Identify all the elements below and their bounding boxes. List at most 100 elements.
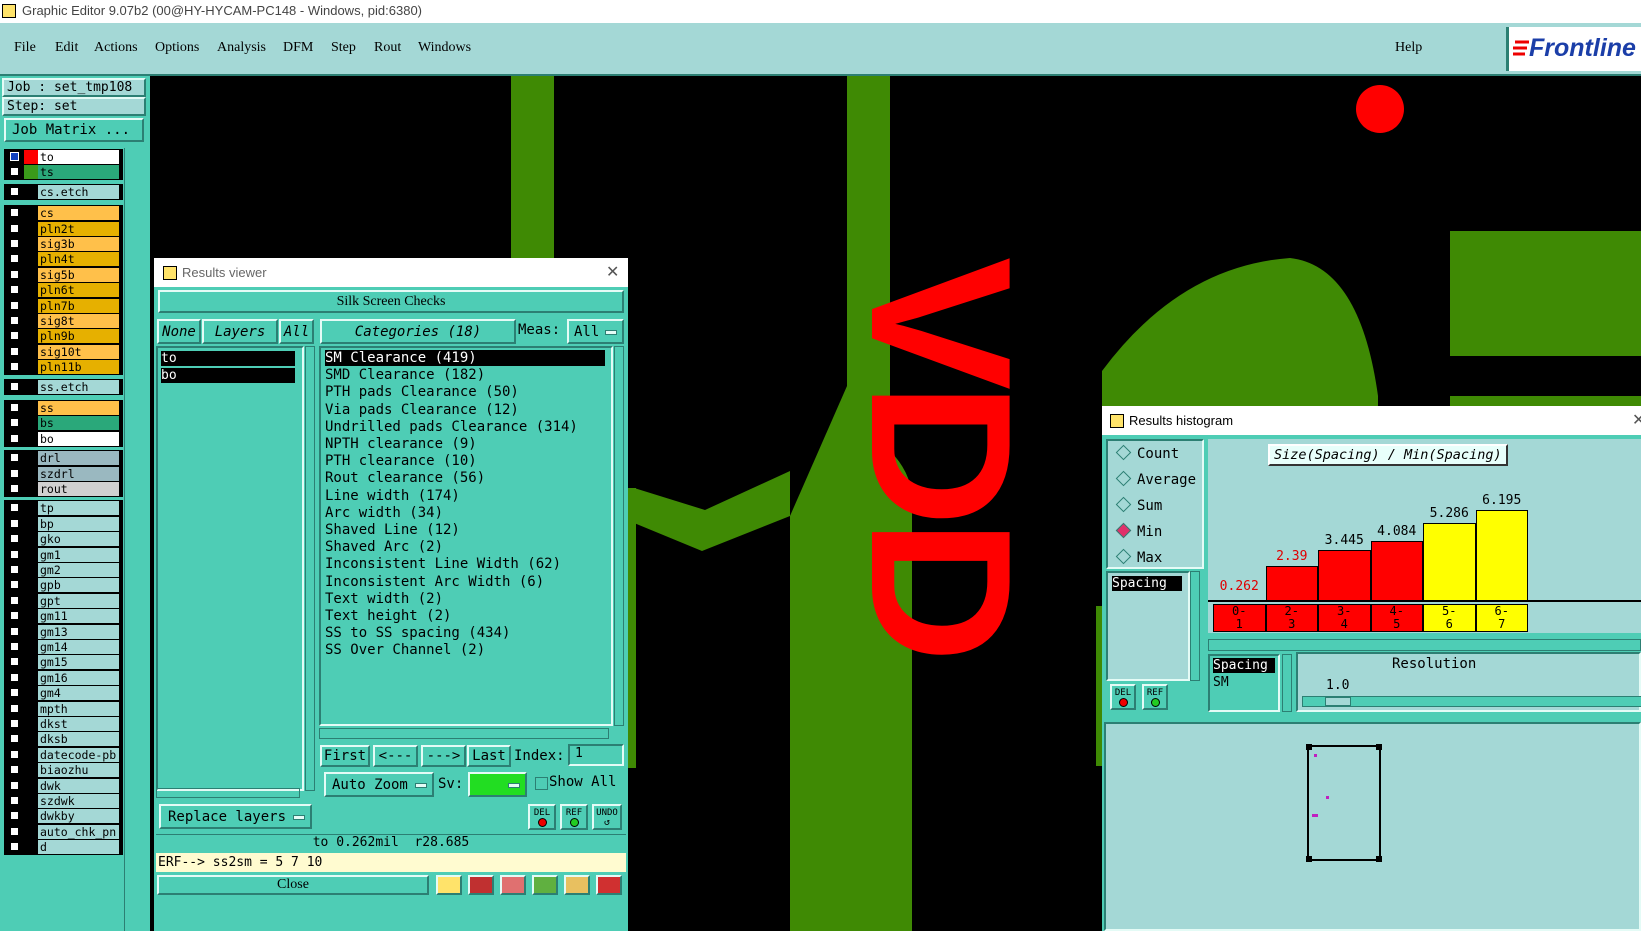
menu-help[interactable]: Help bbox=[1395, 40, 1422, 56]
layer-name[interactable]: pln4t bbox=[38, 252, 119, 267]
layer-row[interactable]: pln7b bbox=[4, 297, 123, 314]
category-list-vscroll[interactable] bbox=[614, 346, 624, 726]
measure-list-vscroll[interactable] bbox=[1190, 571, 1200, 681]
layer-checkbox[interactable] bbox=[10, 453, 19, 463]
category-item[interactable]: Inconsistent Arc Width (6) bbox=[325, 574, 544, 590]
layer-name[interactable]: ss bbox=[38, 401, 119, 415]
category-item[interactable]: Arc width (34) bbox=[325, 505, 443, 521]
layer-name[interactable]: dksb bbox=[38, 732, 119, 747]
resolution-slider[interactable] bbox=[1302, 696, 1641, 707]
next-button[interactable]: ---> bbox=[421, 745, 466, 767]
category-item[interactable]: SMD Clearance (182) bbox=[325, 367, 485, 383]
bin-label[interactable]: 2- 3 bbox=[1265, 604, 1318, 632]
layer-row[interactable]: gko bbox=[4, 531, 123, 548]
layer-name[interactable]: d bbox=[38, 840, 119, 855]
layer-row[interactable]: bp bbox=[4, 515, 123, 532]
layer-row[interactable]: sig5b bbox=[4, 266, 123, 283]
layer-checkbox[interactable] bbox=[10, 780, 19, 790]
layer-checkbox[interactable] bbox=[10, 152, 19, 161]
layer-checkbox[interactable] bbox=[10, 300, 19, 310]
layer-name[interactable]: pln9b bbox=[38, 329, 119, 344]
layer-row[interactable]: d bbox=[4, 839, 123, 856]
layer-name[interactable]: sig3b bbox=[38, 237, 119, 251]
layer-name[interactable]: gm16 bbox=[38, 670, 119, 685]
layer-checkbox[interactable] bbox=[10, 518, 19, 528]
layer-checkbox[interactable] bbox=[10, 433, 19, 443]
layer-checkbox[interactable] bbox=[10, 208, 19, 218]
layer-row[interactable]: gm4 bbox=[4, 685, 123, 702]
layer-row[interactable]: tp bbox=[4, 500, 123, 517]
layer-row[interactable]: to bbox=[4, 149, 123, 165]
layer-row[interactable]: pln11b bbox=[4, 359, 123, 376]
layer-row[interactable]: ss.etch bbox=[4, 378, 123, 395]
layer-name[interactable]: to bbox=[38, 150, 119, 164]
menu-analysis[interactable]: Analysis bbox=[217, 40, 266, 56]
prev-button[interactable]: <--- bbox=[373, 745, 418, 767]
close-icon[interactable]: ✕ bbox=[606, 262, 619, 282]
layer-row[interactable]: gm16 bbox=[4, 669, 123, 686]
layer-row[interactable]: szdrl bbox=[4, 465, 123, 482]
layer-row[interactable]: rout bbox=[4, 481, 123, 497]
mode-max[interactable]: Max bbox=[1115, 548, 1162, 566]
layer-name[interactable]: gko bbox=[38, 532, 119, 547]
layer-checkbox[interactable] bbox=[10, 565, 19, 574]
category-item[interactable]: Shaved Arc (2) bbox=[325, 539, 443, 555]
layer-name[interactable]: ts bbox=[38, 165, 119, 180]
layer-checkbox[interactable] bbox=[10, 269, 19, 279]
histogram-bar[interactable] bbox=[1265, 566, 1318, 601]
bin-label[interactable]: 3- 4 bbox=[1318, 604, 1371, 632]
layer-checkbox[interactable] bbox=[10, 595, 19, 605]
board-preview[interactable] bbox=[1104, 722, 1641, 931]
layer-name[interactable]: mpth bbox=[38, 701, 119, 716]
sv-color-dropdown[interactable] bbox=[468, 772, 527, 797]
tool-icon[interactable] bbox=[500, 875, 526, 895]
layer-name[interactable]: pln11b bbox=[38, 360, 119, 375]
layer-name[interactable]: szdrl bbox=[38, 466, 119, 481]
layer-row[interactable]: dwk bbox=[4, 777, 123, 794]
replace-layers-dropdown[interactable]: Replace layers bbox=[159, 804, 312, 829]
layer-name[interactable]: dkst bbox=[38, 717, 119, 731]
category-item[interactable]: SM Clearance (419) bbox=[325, 350, 605, 366]
layer-checkbox[interactable] bbox=[10, 484, 19, 493]
layer-checkbox[interactable] bbox=[10, 534, 19, 544]
layer-name[interactable]: gm11 bbox=[38, 609, 119, 624]
layer-checkbox[interactable] bbox=[10, 611, 19, 621]
histogram-bar[interactable] bbox=[1318, 550, 1371, 601]
layer-name[interactable]: rout bbox=[38, 482, 119, 496]
layer-row[interactable]: gpt bbox=[4, 592, 123, 609]
bin-label[interactable]: 0- 1 bbox=[1213, 604, 1266, 632]
layer-name[interactable]: dwk bbox=[38, 778, 119, 793]
show-all-checkbox[interactable] bbox=[535, 777, 548, 790]
layer-checkbox[interactable] bbox=[10, 688, 19, 698]
layer-name[interactable]: gm4 bbox=[38, 686, 119, 701]
result-layer-list[interactable]: to bo bbox=[156, 346, 304, 791]
tool-icon[interactable] bbox=[564, 875, 590, 895]
layer-row[interactable]: dkst bbox=[4, 716, 123, 732]
layer-checkbox[interactable] bbox=[10, 811, 19, 821]
layer-checkbox[interactable] bbox=[10, 734, 19, 744]
histogram-bar[interactable] bbox=[1475, 510, 1528, 601]
layer-row[interactable]: biaozhu bbox=[4, 762, 123, 779]
measure-list[interactable]: Spacing bbox=[1106, 571, 1190, 681]
layer-name[interactable]: szdwk bbox=[38, 794, 119, 808]
layer-checkbox[interactable] bbox=[10, 223, 19, 233]
layer-name[interactable]: drl bbox=[38, 451, 119, 466]
layer-row[interactable]: sig3b bbox=[4, 236, 123, 252]
category-item[interactable]: Text height (2) bbox=[325, 608, 451, 624]
result-layer-item[interactable]: to bbox=[161, 351, 295, 366]
tool-icon[interactable] bbox=[596, 875, 622, 895]
first-button[interactable]: First bbox=[320, 745, 370, 767]
chart-hscroll[interactable] bbox=[1208, 639, 1641, 651]
category-item[interactable]: Undrilled pads Clearance (314) bbox=[325, 419, 578, 435]
meas-dropdown[interactable]: All bbox=[567, 319, 624, 344]
tool-icon[interactable] bbox=[436, 875, 462, 895]
layer-row[interactable]: datecode-pb bbox=[4, 746, 123, 763]
category-item[interactable]: SS Over Channel (2) bbox=[325, 642, 485, 658]
tool-icon[interactable] bbox=[532, 875, 558, 895]
layer-checkbox[interactable] bbox=[10, 642, 19, 651]
layer-row[interactable]: cs bbox=[4, 205, 123, 222]
layer-name[interactable]: ss.etch bbox=[38, 379, 119, 394]
menu-dfm[interactable]: DFM bbox=[283, 40, 313, 56]
layers-button[interactable]: Layers bbox=[202, 319, 278, 344]
layer-row[interactable]: dwkby bbox=[4, 808, 123, 825]
